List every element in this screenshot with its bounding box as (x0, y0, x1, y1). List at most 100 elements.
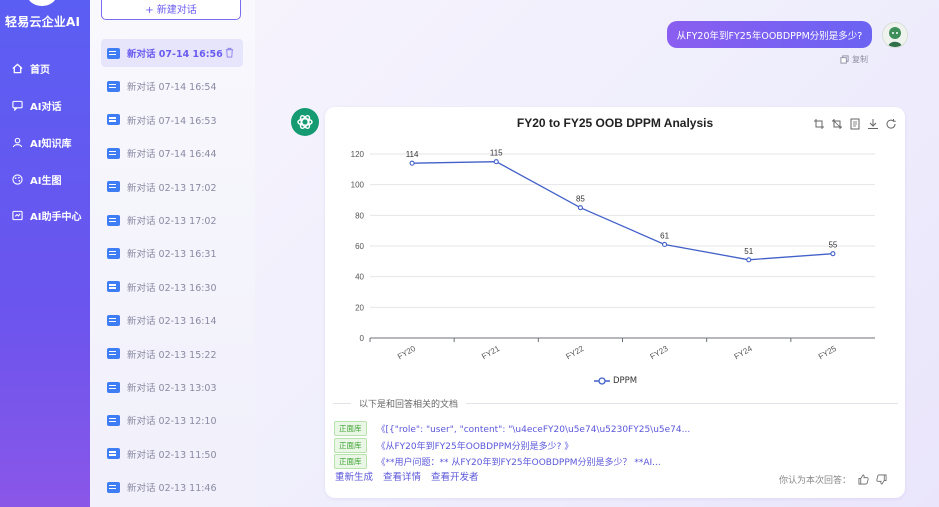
nav-image-gen-label: AI生图 (30, 176, 62, 187)
conversation-item[interactable]: 新对话 02-13 16:31 (101, 239, 243, 267)
conversation-label: 新对话 02-13 16:30 (127, 282, 217, 294)
x-tick-label: FY22 (564, 344, 586, 362)
left-nav: 轻易云企业AI 首页 AI对话 AI知识库 AI生图 AI助手中心 (0, 0, 90, 507)
copy-label: 复制 (852, 55, 868, 64)
knowledge-icon (12, 137, 23, 148)
data-label: 51 (744, 247, 753, 256)
series-line (412, 161, 833, 261)
refresh-icon[interactable] (885, 118, 897, 130)
home-icon (12, 63, 23, 74)
copy-icon (840, 55, 849, 64)
assistant-icon (12, 210, 23, 221)
chart-toolbox (813, 118, 897, 130)
conversation-item[interactable]: 新对话 02-13 11:46 (101, 473, 243, 501)
chat-area: 从FY20年到FY25年OOBDPPM分别是多少? 复制 0 20 40 60 80 10… (255, 0, 939, 507)
assistant-avatar (291, 108, 319, 136)
conversation-item[interactable]: 新对话 07-14 16:54 (101, 72, 243, 100)
new-chat-button[interactable]: + 新建对话 (101, 0, 241, 20)
conversation-label: 新对话 02-13 17:02 (127, 182, 217, 194)
conversation-item[interactable]: 新对话 02-13 16:14 (101, 306, 243, 334)
conversation-item[interactable]: 新对话 02-13 17:02 (101, 173, 243, 201)
data-view-icon[interactable] (849, 118, 861, 130)
zoom-area-icon[interactable] (813, 118, 825, 130)
data-point (577, 205, 583, 211)
nav-home[interactable]: 首页 (12, 61, 50, 76)
conversation-item[interactable]: 新对话 02-13 12:10 (101, 406, 243, 434)
y-tick-label: 80 (355, 211, 364, 220)
conversation-item[interactable]: 新对话 02-13 13:03 (101, 373, 243, 401)
brand-name: 轻易云企业AI (5, 15, 81, 29)
chat-bubble-icon (107, 414, 120, 426)
chat-bubble-icon (107, 147, 120, 159)
nav-knowledge[interactable]: AI知识库 (12, 135, 71, 150)
nav-assistant-center-label: AI助手中心 (30, 212, 82, 223)
legend-series-label: DPPM (613, 376, 638, 386)
conversation-label: 新对话 02-13 15:22 (127, 349, 217, 361)
related-doc-2[interactable]: 正面库 《从FY20年到FY25年OOBDPPM分别是多少? 》 (334, 438, 573, 453)
download-icon[interactable] (867, 118, 879, 130)
related-docs-title: 以下是和回答相关的文档 (359, 400, 459, 410)
conversation-item[interactable]: 新对话 02-13 17:02 (101, 206, 243, 234)
conversation-label: 新对话 02-13 17:02 (127, 216, 217, 227)
nav-ai-chat-label: AI对话 (30, 102, 62, 113)
chat-bubble-icon (107, 281, 120, 293)
nav-ai-chat[interactable]: AI对话 (12, 98, 61, 113)
logo (27, 0, 57, 6)
doc-tag: 正面库 (334, 421, 367, 436)
chat-bubble-icon (107, 80, 120, 92)
conversation-label: 新对话 07-14 16:53 (127, 115, 217, 127)
feedback-label: 你认为本次回答： (779, 476, 852, 486)
conversation-item[interactable]: 新对话 07-14 16:53 (101, 106, 243, 134)
zoom-reset-icon[interactable] (831, 118, 843, 130)
data-point (409, 160, 415, 166)
nav-knowledge-label: AI知识库 (30, 139, 72, 150)
y-tick-label: 20 (355, 303, 364, 312)
x-tick-label: FY25 (817, 344, 839, 362)
palette-icon (12, 174, 23, 185)
openai-logo-icon (297, 115, 313, 129)
conversation-item[interactable]: 新对话 07-14 16:44 (101, 139, 243, 167)
delete-icon[interactable] (224, 47, 235, 58)
regenerate-link[interactable]: 重新生成 (335, 469, 373, 483)
chat-bubble-icon (107, 481, 120, 493)
conversation-item[interactable]: 新对话 02-13 11:50 (101, 440, 243, 468)
x-tick-label: FY21 (480, 344, 502, 362)
chat-bubble-icon (107, 348, 120, 360)
view-developer-link[interactable]: 查看开发者 (431, 469, 479, 483)
doc-title: 《从FY20年到FY25年OOBDPPM分别是多少? 》 (376, 442, 574, 452)
related-doc-1[interactable]: 正面库 《[{"role": "user", "content": "\u4ec… (334, 421, 690, 436)
chat-bubble-icon (107, 448, 120, 460)
data-point (493, 159, 499, 165)
conversation-label: 新对话 02-13 16:31 (127, 249, 217, 261)
conversation-label: 新对话 07-14 16:56 (127, 49, 223, 60)
data-point (746, 257, 752, 263)
x-tick-label: FY24 (733, 344, 755, 362)
thumbs-down-icon[interactable] (876, 474, 887, 485)
conversation-label: 新对话 02-13 16:14 (127, 316, 217, 328)
related-docs-divider: 以下是和回答相关的文档 (333, 397, 898, 410)
nav-image-gen[interactable]: AI生图 (12, 172, 61, 187)
chart-legend[interactable]: DPPM (594, 376, 637, 386)
data-label: 55 (828, 241, 837, 250)
chat-bubble-icon (107, 247, 120, 259)
related-doc-3[interactable]: 正面库 《**用户问题：** 从FY20年到FY25年OOBDPPM分别是多少？… (334, 454, 661, 469)
thumbs-up-icon[interactable] (858, 474, 869, 485)
line-chart: 0 20 40 60 80 100 120 FY20 FY21 FY22 FY23 FY24 FY25 1… (351, 149, 875, 362)
view-details-link[interactable]: 查看详情 (383, 469, 421, 483)
chat-bubble-icon (107, 314, 120, 326)
chat-bubble-icon (107, 47, 120, 59)
doc-tag: 正面库 (334, 438, 367, 453)
user-question-bubble: 从FY20年到FY25年OOBDPPM分别是多少? (667, 21, 872, 48)
conversation-item[interactable]: 新对话 07-14 16:56 (101, 39, 243, 67)
nav-assistant-center[interactable]: AI助手中心 (12, 208, 81, 223)
copy-button[interactable]: 复制 (840, 54, 868, 65)
user-avatar (882, 22, 908, 48)
data-point (830, 251, 836, 257)
conversation-label: 新对话 02-13 11:50 (127, 449, 217, 461)
nav-home-label: 首页 (30, 65, 50, 76)
conversation-label: 新对话 07-14 16:44 (127, 149, 217, 161)
conversation-item[interactable]: 新对话 02-13 15:22 (101, 340, 243, 368)
y-tick-label: 0 (360, 334, 365, 343)
conversation-item[interactable]: 新对话 02-13 16:30 (101, 273, 243, 301)
data-label: 114 (406, 150, 419, 159)
